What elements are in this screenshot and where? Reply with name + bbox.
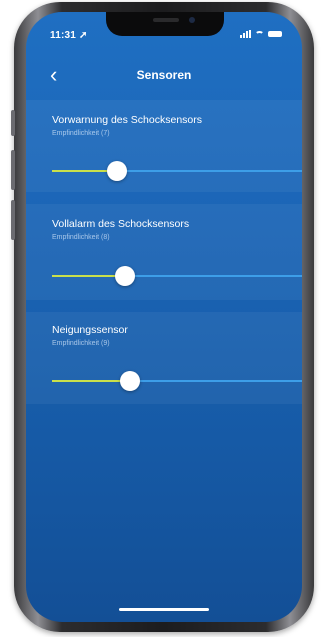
battery-icon <box>268 31 282 37</box>
slider-thumb[interactable] <box>107 161 127 181</box>
sensor-subtitle: Empfindlichkeit (9) <box>52 340 110 347</box>
home-indicator[interactable] <box>119 608 209 611</box>
front-camera <box>189 17 195 23</box>
sensitivity-slider[interactable] <box>52 266 302 286</box>
navigation-bar: ‹ Sensoren <box>26 62 302 92</box>
sensor-title: Vollalarm des Schocksensors <box>52 218 190 230</box>
sensor-panel-prewarning: Vorwarnung des Schocksensors Empfindlich… <box>26 100 302 192</box>
sensitivity-slider[interactable] <box>52 161 302 181</box>
sensor-panel-tilt: Neigungssensor Empfindlichkeit (9) <box>26 312 302 404</box>
sensor-subtitle: Empfindlichkeit (7) <box>52 130 110 137</box>
slider-thumb[interactable] <box>115 266 135 286</box>
app-screen: 11:31 ➚ ‹ Sensoren Vorwarnung des Schock… <box>26 12 302 622</box>
sensor-panel-fullalarm: Vollalarm des Schocksensors Empfindlichk… <box>26 204 302 300</box>
status-time: 11:31 ➚ <box>50 30 88 41</box>
mute-switch <box>11 110 15 136</box>
volume-down-button <box>11 200 15 240</box>
sensor-title: Vorwarnung des Schocksensors <box>52 114 202 126</box>
sensor-title: Neigungssensor <box>52 324 128 336</box>
signal-icon <box>240 30 251 38</box>
slider-thumb[interactable] <box>120 371 140 391</box>
status-icons <box>240 30 282 38</box>
speaker-grille <box>153 18 179 22</box>
sensitivity-slider[interactable] <box>52 371 302 391</box>
notch <box>106 12 224 36</box>
volume-up-button <box>11 150 15 190</box>
slider-fill <box>52 380 130 382</box>
page-title: Sensoren <box>136 68 192 82</box>
sensor-subtitle: Empfindlichkeit (8) <box>52 234 110 241</box>
wifi-icon <box>255 30 264 38</box>
